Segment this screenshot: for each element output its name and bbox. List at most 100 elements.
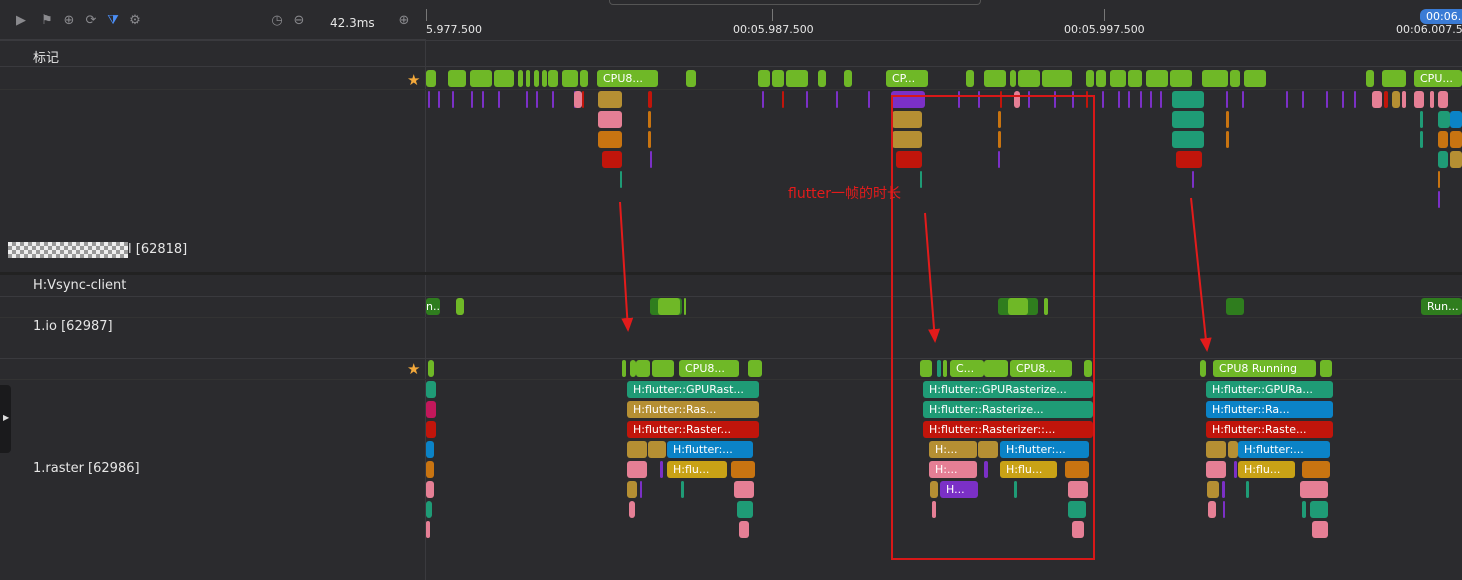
trace-slice[interactable] [470, 70, 492, 87]
trace-slice[interactable] [552, 91, 554, 108]
trace-slice[interactable] [1226, 111, 1229, 128]
trace-slice[interactable] [772, 70, 784, 87]
trace-slice[interactable] [1438, 171, 1440, 188]
trace-slice[interactable] [620, 171, 622, 188]
trace-slice[interactable] [1228, 441, 1238, 458]
trace-slice[interactable] [731, 461, 755, 478]
trace-slice[interactable] [806, 91, 808, 108]
trace-slice[interactable] [1102, 91, 1104, 108]
trace-slice[interactable] [1392, 91, 1400, 108]
trace-slice[interactable] [1206, 461, 1226, 478]
trace-slice[interactable] [494, 70, 514, 87]
trace-slice[interactable] [1146, 70, 1168, 87]
trace-slice[interactable] [1150, 91, 1152, 108]
trace-slice[interactable] [1140, 91, 1142, 108]
trace-slice[interactable] [598, 111, 622, 128]
trace-slice[interactable] [1234, 461, 1237, 478]
flutter-rasterizer-slice[interactable]: H:flutter::Raster... [627, 421, 759, 438]
trace-slice[interactable] [1200, 360, 1206, 377]
trace-slice[interactable] [1384, 91, 1388, 108]
trace-slice[interactable] [1366, 70, 1374, 87]
trace-slice[interactable] [448, 70, 466, 87]
filter-icon[interactable]: ⧩ [106, 14, 120, 28]
trace-slice[interactable] [1207, 481, 1219, 498]
trace-slice[interactable] [748, 360, 762, 377]
trace-slice[interactable] [426, 461, 434, 478]
cpu-slice[interactable]: CPU... [1414, 70, 1462, 87]
trace-slice[interactable] [1128, 91, 1130, 108]
sync-icon[interactable]: ⟳ [84, 14, 98, 28]
trace-slice[interactable] [562, 70, 578, 87]
trace-slice[interactable] [984, 70, 1006, 87]
trace-slice[interactable] [428, 91, 430, 108]
trace-slice[interactable] [818, 70, 826, 87]
trace-slice[interactable] [534, 70, 539, 87]
trace-slice[interactable] [1302, 501, 1306, 518]
trace-slice[interactable] [1414, 91, 1424, 108]
trace-slice[interactable] [648, 111, 651, 128]
trace-slice[interactable] [1086, 70, 1094, 87]
star-icon[interactable]: ★ [407, 362, 420, 377]
trace-slice[interactable] [1438, 131, 1448, 148]
trace-slice[interactable] [426, 441, 434, 458]
trace-slice[interactable] [1286, 91, 1288, 108]
trace-slice[interactable] [652, 360, 674, 377]
trace-slice[interactable] [686, 70, 696, 87]
trace-slice[interactable] [636, 360, 650, 377]
trace-slice[interactable] [1246, 481, 1249, 498]
trace-slice[interactable] [426, 481, 434, 498]
trace-slice[interactable] [1223, 501, 1225, 518]
trace-slice[interactable] [762, 91, 764, 108]
trace-slice[interactable] [1226, 131, 1229, 148]
trace-slice[interactable] [1438, 151, 1448, 168]
flutter-slice[interactable]: H:flutter:... [667, 441, 753, 458]
trace-slice[interactable] [1172, 131, 1204, 148]
trace-slice[interactable] [1244, 70, 1266, 87]
trace-slice[interactable] [518, 70, 523, 87]
trace-slice[interactable] [1430, 91, 1434, 108]
trace-slice[interactable] [452, 91, 454, 108]
trace-slice[interactable] [836, 91, 838, 108]
trace-slice[interactable] [1118, 91, 1120, 108]
trace-slice[interactable] [582, 91, 584, 108]
trace-slice[interactable] [548, 70, 558, 87]
trace-slice[interactable] [966, 70, 974, 87]
trace-slice[interactable] [526, 91, 528, 108]
trace-slice[interactable] [1230, 70, 1240, 87]
play-icon[interactable]: ▶ [14, 14, 28, 28]
trace-slice[interactable] [1226, 91, 1228, 108]
trace-slice[interactable] [1018, 70, 1040, 87]
trace-slice[interactable] [1202, 70, 1228, 87]
trace-slice[interactable] [438, 91, 440, 108]
star-icon[interactable]: ★ [407, 73, 420, 88]
zoom-in-icon[interactable]: ⊕ [397, 14, 411, 28]
trace-slice[interactable] [658, 298, 680, 315]
expand-panel-handle[interactable]: ▶ [0, 385, 11, 453]
trace-slice[interactable] [574, 91, 582, 108]
trace-slice[interactable] [684, 298, 686, 315]
io-slice[interactable]: n... [426, 298, 440, 315]
trace-slice[interactable] [627, 441, 647, 458]
flutter-rasterizer-slice[interactable]: H:flutter::Raste... [1206, 421, 1333, 438]
flutter-gpu-rasterizer-slice[interactable]: H:flutter::GPURast... [627, 381, 759, 398]
trace-slice[interactable] [1320, 360, 1332, 377]
trace-slice[interactable] [1326, 91, 1328, 108]
trace-slice[interactable] [681, 481, 684, 498]
trace-slice[interactable] [650, 151, 652, 168]
trace-slice[interactable] [426, 501, 432, 518]
trace-slice[interactable] [1420, 131, 1423, 148]
trace-slice[interactable] [1128, 70, 1142, 87]
trace-slice[interactable] [1206, 441, 1226, 458]
flutter-gpu-rasterizer-slice[interactable]: H:flutter::GPURa... [1206, 381, 1333, 398]
trace-slice[interactable] [1242, 91, 1244, 108]
trace-slice[interactable] [1300, 481, 1328, 498]
trace-slice[interactable] [1192, 171, 1194, 188]
trace-slice[interactable] [1042, 70, 1072, 87]
cpu-slice[interactable]: CP... [886, 70, 928, 87]
trace-slice[interactable] [536, 91, 538, 108]
trace-slice[interactable] [627, 481, 637, 498]
trace-slice[interactable] [648, 131, 651, 148]
trace-slice[interactable] [660, 461, 663, 478]
trace-slice[interactable] [1342, 91, 1344, 108]
trace-slice[interactable] [1208, 501, 1216, 518]
